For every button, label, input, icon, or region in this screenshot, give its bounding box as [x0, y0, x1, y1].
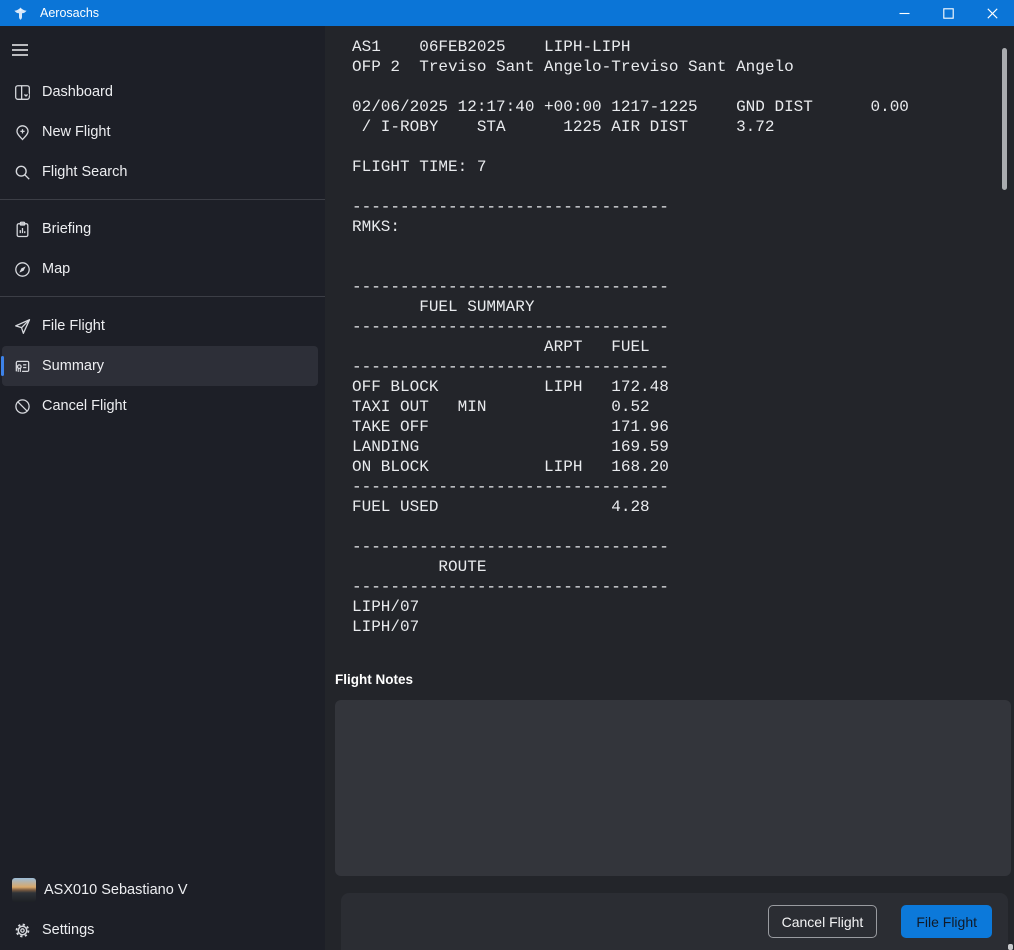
- briefing-clipboard-icon: [14, 221, 31, 238]
- sidebar-item-flight-search[interactable]: Flight Search: [2, 152, 318, 192]
- search-icon: [14, 164, 31, 181]
- flight-notes-label: Flight Notes: [335, 672, 413, 687]
- summary-panel: AS1 06FEB2025 LIPH-LIPH OFP 2 Treviso Sa…: [325, 26, 1014, 950]
- sidebar-item-label: Dashboard: [42, 84, 113, 100]
- window-title: Aerosachs: [40, 6, 99, 20]
- sidebar-item-label: New Flight: [42, 124, 111, 140]
- page-scrollbar-fragment[interactable]: [1008, 944, 1013, 950]
- user-avatar: [12, 878, 36, 902]
- sidebar: Dashboard New Flight: [0, 26, 325, 950]
- vertical-scrollbar-thumb[interactable]: [1002, 48, 1007, 190]
- file-flight-button[interactable]: File Flight: [901, 905, 992, 938]
- file-flight-send-icon: [14, 318, 31, 335]
- sidebar-item-label: Settings: [42, 922, 94, 938]
- new-flight-pin-icon: [14, 124, 31, 141]
- caption-buttons: [882, 0, 1014, 26]
- gear-icon: [14, 922, 31, 939]
- sidebar-item-map[interactable]: Map: [2, 249, 318, 289]
- summary-report-icon: [14, 358, 31, 375]
- cancel-flight-button[interactable]: Cancel Flight: [768, 905, 878, 938]
- titlebar: Aerosachs: [0, 0, 1014, 26]
- sidebar-item-label: Cancel Flight: [42, 398, 127, 414]
- sidebar-spacer: [0, 426, 325, 870]
- maximize-button[interactable]: [926, 0, 970, 26]
- cancel-flight-icon: [14, 398, 31, 415]
- user-profile[interactable]: ASX010 Sebastiano V: [2, 870, 318, 910]
- sidebar-item-summary[interactable]: Summary: [2, 346, 318, 386]
- ofp-text: AS1 06FEB2025 LIPH-LIPH OFP 2 Treviso Sa…: [352, 37, 909, 637]
- hamburger-icon: [11, 43, 29, 57]
- map-compass-icon: [14, 261, 31, 278]
- sidebar-item-label: Map: [42, 261, 70, 277]
- sidebar-divider: [0, 296, 325, 297]
- minimize-button[interactable]: [882, 0, 926, 26]
- sidebar-item-label: Flight Search: [42, 164, 127, 180]
- sidebar-item-settings[interactable]: Settings: [2, 910, 318, 950]
- hamburger-menu-button[interactable]: [6, 36, 34, 64]
- sidebar-item-label: Summary: [42, 358, 104, 374]
- user-name: ASX010 Sebastiano V: [44, 882, 188, 898]
- app-window: Aerosachs: [0, 0, 1014, 950]
- sidebar-item-label: Briefing: [42, 221, 91, 237]
- sidebar-item-new-flight[interactable]: New Flight: [2, 112, 318, 152]
- close-button[interactable]: [970, 0, 1014, 26]
- action-bar: Cancel Flight File Flight: [341, 893, 1008, 950]
- sidebar-item-cancel-flight[interactable]: Cancel Flight: [2, 386, 318, 426]
- sidebar-item-file-flight[interactable]: File Flight: [2, 306, 318, 346]
- sidebar-divider: [0, 199, 325, 200]
- sidebar-item-briefing[interactable]: Briefing: [2, 209, 318, 249]
- app-logo-icon: [13, 6, 28, 21]
- sidebar-item-dashboard[interactable]: Dashboard: [2, 72, 318, 112]
- sidebar-item-label: File Flight: [42, 318, 105, 334]
- flight-notes-input[interactable]: [335, 700, 1011, 876]
- dashboard-icon: [14, 84, 31, 101]
